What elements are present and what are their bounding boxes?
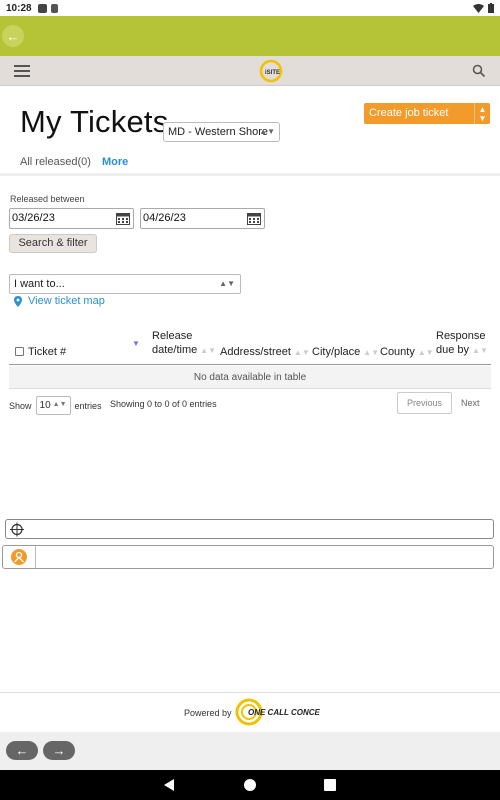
browser-top-bar: ← <box>0 16 500 56</box>
create-job-ticket-button[interactable]: Create job ticket ▲ ▼ <box>364 103 490 124</box>
location-search-input[interactable] <box>2 545 494 569</box>
back-arrow-icon[interactable]: ← <box>2 25 24 47</box>
show-label: Show <box>9 400 32 411</box>
sort-icon: ▲▼ <box>200 346 217 355</box>
calendar-icon[interactable] <box>116 212 130 225</box>
sort-icon: ▲▼ <box>472 346 488 355</box>
android-nav-bar <box>0 770 500 800</box>
i-want-to-select[interactable]: I want to... ▲▼ <box>9 274 241 294</box>
sort-icon: ▲▼ <box>417 348 434 357</box>
section-divider <box>0 173 500 176</box>
sort-desc-icon: ▼ <box>132 339 140 348</box>
column-response-label-1: Response <box>436 330 486 342</box>
entries-label: entries <box>74 400 102 411</box>
browser-bottom-bar: ← → <box>0 732 500 770</box>
all-released-label: All released(0) <box>20 156 91 168</box>
sim-icon <box>50 3 58 13</box>
dropdown-toggle-icon[interactable]: ▲ ▼ <box>474 103 490 124</box>
status-bar: 10:28 <box>0 0 500 16</box>
notification-icon <box>37 3 47 13</box>
select-arrows-icon: ▲▼ <box>52 401 67 408</box>
page-size-control: Show 10 ▲▼ entries <box>9 396 102 415</box>
hamburger-menu-icon[interactable] <box>14 65 30 77</box>
released-between-label: Released between <box>10 194 85 204</box>
isite-logo: iSITE <box>259 59 283 83</box>
column-county[interactable]: County ▲▼ <box>380 346 434 358</box>
column-ticket[interactable]: Ticket # <box>15 346 66 358</box>
date-to-field[interactable]: 04/26/23 <box>140 208 265 229</box>
region-select[interactable]: MD - Western Shore ▲▼ <box>163 122 280 142</box>
column-release[interactable]: Release date/time ▲▼ <box>152 329 216 358</box>
page-size-value: 10 <box>39 400 51 411</box>
back-button[interactable]: ← <box>6 741 38 760</box>
column-county-label: County <box>380 346 415 358</box>
showing-info: Showing 0 to 0 of 0 entries <box>110 399 217 409</box>
page-title: My Tickets <box>20 104 169 139</box>
location-person-icon <box>11 549 27 565</box>
column-city-label: City/place <box>312 346 361 358</box>
column-city[interactable]: City/place ▲▼ <box>312 346 379 358</box>
date-to-value: 04/26/23 <box>143 212 186 224</box>
column-ticket-label: Ticket # <box>28 346 67 358</box>
map-pin-icon <box>14 295 22 307</box>
nav-back-icon[interactable] <box>164 779 175 791</box>
one-call-concepts-brand: ONE CALL CONCEPTS <box>248 708 320 717</box>
table-footer: Show 10 ▲▼ entries Showing 0 to 0 of 0 e… <box>9 392 491 415</box>
wifi-icon <box>473 3 484 13</box>
region-select-value: MD - Western Shore <box>168 126 269 138</box>
powered-by-label: Powered by <box>184 708 232 718</box>
location-marker-button[interactable] <box>3 546 36 568</box>
left-arrow-icon: ← <box>15 743 29 758</box>
column-release-label-2: date/time <box>152 344 198 356</box>
view-ticket-map-label: View ticket map <box>28 295 105 307</box>
powered-by-footer: Powered by ONE CALL CONCEPTS <box>0 692 500 732</box>
column-address-label: Address/street <box>220 346 291 358</box>
status-time: 10:28 <box>6 2 32 14</box>
select-all-checkbox[interactable] <box>15 347 24 356</box>
select-arrows-icon: ▲▼ <box>259 127 275 136</box>
column-response-label-2: due by <box>436 344 470 356</box>
previous-button[interactable]: Previous <box>397 392 452 414</box>
date-from-field[interactable]: 03/26/23 <box>9 208 134 229</box>
target-location-input[interactable] <box>5 519 494 539</box>
i-want-to-value: I want to... <box>14 278 65 290</box>
column-address[interactable]: Address/street ▲▼ <box>220 346 310 358</box>
search-filter-button[interactable]: Search & filter <box>9 234 97 253</box>
calendar-icon[interactable] <box>247 212 261 225</box>
sort-icon: ▲▼ <box>363 348 380 357</box>
forward-button[interactable]: → <box>43 741 75 760</box>
next-button[interactable]: Next <box>461 398 480 408</box>
sort-icon: ▲▼ <box>293 348 310 357</box>
column-response[interactable]: Response due by ▲▼ <box>436 329 488 358</box>
search-icon[interactable] <box>472 64 486 78</box>
select-arrows-icon: ▲▼ <box>219 279 235 288</box>
empty-table-message: No data available in table <box>9 366 491 389</box>
nav-home-icon[interactable] <box>243 778 257 792</box>
date-from-value: 03/26/23 <box>12 212 55 224</box>
battery-icon <box>488 3 494 13</box>
one-call-concepts-logo: ONE CALL CONCEPTS <box>235 698 320 726</box>
right-arrow-icon: → <box>52 743 66 758</box>
column-release-label-1: Release <box>152 330 193 342</box>
create-job-ticket-label: Create job ticket <box>369 107 449 119</box>
svg-text:iSITE: iSITE <box>265 70 280 76</box>
crosshair-icon[interactable] <box>9 522 25 537</box>
page-size-select[interactable]: 10 ▲▼ <box>35 396 71 415</box>
app-header: iSITE <box>0 56 500 86</box>
nav-recents-icon[interactable] <box>324 779 336 791</box>
more-link[interactable]: More <box>102 156 128 168</box>
released-summary: All released(0) More <box>20 156 128 168</box>
table-header: Ticket # ▼ Release date/time ▲▼ Address/s… <box>9 328 491 365</box>
view-ticket-map-link[interactable]: View ticket map <box>14 295 105 307</box>
